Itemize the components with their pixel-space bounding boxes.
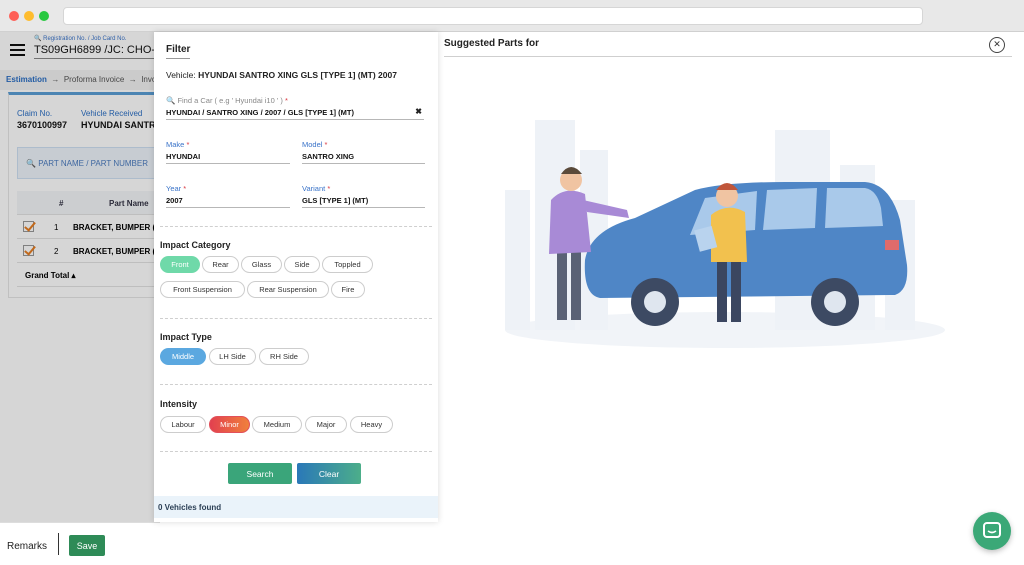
car-inspection-illustration	[505, 120, 945, 348]
chip-rear[interactable]: Rear	[202, 256, 239, 273]
chip-lh-side[interactable]: LH Side	[209, 348, 256, 365]
selected-vehicle: Vehicle: HYUNDAI SANTRO XING GLS [TYPE 1…	[166, 70, 397, 80]
chat-bubble-icon[interactable]	[973, 512, 1011, 550]
chip-medium[interactable]: Medium	[252, 416, 302, 433]
suggested-parts-title: Suggested Parts for	[444, 38, 540, 49]
clear-icon[interactable]: ✖	[415, 107, 422, 116]
variant-input[interactable]: GLS [TYPE 1] (MT)	[302, 193, 425, 208]
make-field: Make * HYUNDAI	[166, 140, 290, 164]
remarks-label[interactable]: Remarks	[7, 541, 47, 552]
save-button[interactable]: Save	[69, 535, 105, 556]
search-button[interactable]: Search	[228, 463, 292, 484]
background-app: 🔍 Registration No. / Job Card No. TS09GH…	[0, 32, 160, 565]
year-field: Year * 2007	[166, 184, 290, 208]
find-car-input[interactable]: HYUNDAI / SANTRO XING / 2007 / GLS [TYPE…	[166, 105, 424, 120]
variant-field: Variant * GLS [TYPE 1] (MT)	[302, 184, 425, 208]
divider	[160, 318, 432, 319]
modal-overlay	[0, 32, 160, 565]
chip-toppled[interactable]: Toppled	[322, 256, 373, 273]
address-bar[interactable]	[63, 7, 923, 25]
chip-heavy[interactable]: Heavy	[350, 416, 393, 433]
divider	[160, 384, 432, 385]
app-window: 🔍 Registration No. / Job Card No. TS09GH…	[0, 32, 1024, 565]
window-minimize-dot[interactable]	[24, 11, 34, 21]
chip-front[interactable]: Front	[160, 256, 200, 273]
vehicles-found-status: 0 Vehicles found	[154, 496, 438, 518]
window-close-dot[interactable]	[9, 11, 19, 21]
divider	[444, 56, 1012, 57]
model-field: Model * SANTRO XING	[302, 140, 425, 164]
chip-labour[interactable]: Labour	[160, 416, 206, 433]
chip-major[interactable]: Major	[305, 416, 347, 433]
model-input[interactable]: SANTRO XING	[302, 149, 425, 164]
clear-button[interactable]: Clear	[297, 463, 361, 484]
impact-category-title: Impact Category	[160, 240, 231, 250]
chip-rear-suspension[interactable]: Rear Suspension	[247, 281, 329, 298]
chip-fire[interactable]: Fire	[331, 281, 365, 298]
window-maximize-dot[interactable]	[39, 11, 49, 21]
chip-minor[interactable]: Minor	[209, 416, 250, 433]
filter-panel: Filter Vehicle: HYUNDAI SANTRO XING GLS …	[154, 32, 438, 522]
chip-middle[interactable]: Middle	[160, 348, 206, 365]
chip-front-suspension[interactable]: Front Suspension	[160, 281, 245, 298]
divider	[160, 451, 432, 452]
chip-side[interactable]: Side	[284, 256, 320, 273]
browser-chrome	[0, 0, 1024, 32]
find-car-field: 🔍 Find a Car ( e.g ' Hyundai i10 ' ) * H…	[166, 96, 424, 120]
search-icon: 🔍	[166, 96, 176, 105]
chip-glass[interactable]: Glass	[241, 256, 282, 273]
make-input[interactable]: HYUNDAI	[166, 149, 290, 164]
year-input[interactable]: 2007	[166, 193, 290, 208]
impact-type-title: Impact Type	[160, 332, 212, 342]
close-circle-icon[interactable]: ✕	[989, 37, 1005, 53]
divider	[160, 226, 432, 227]
chip-rh-side[interactable]: RH Side	[259, 348, 309, 365]
intensity-title: Intensity	[160, 399, 198, 409]
bottom-action-bar: Remarks Save	[0, 522, 160, 565]
filter-title: Filter	[166, 44, 191, 59]
divider	[58, 533, 59, 555]
